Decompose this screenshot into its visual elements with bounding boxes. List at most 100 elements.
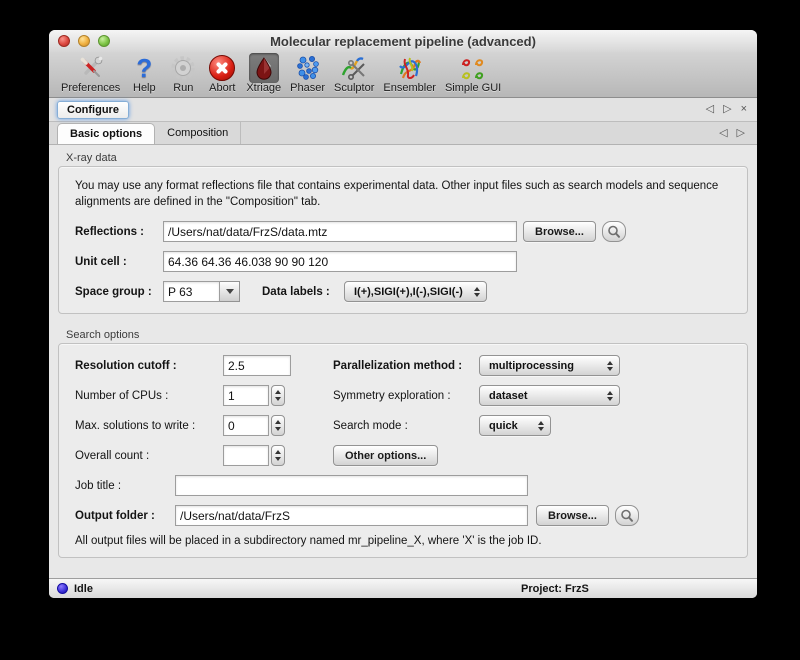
toolbar-label: Simple GUI (445, 82, 501, 94)
output-note: All output files will be placed in a sub… (75, 535, 731, 547)
scissors-icon (339, 53, 369, 83)
tab-basic-options[interactable]: Basic options (57, 123, 155, 144)
window-title: Molecular replacement pipeline (advanced… (49, 34, 757, 49)
space-group-label: Space group : (75, 286, 163, 298)
data-labels-label: Data labels : (262, 286, 344, 298)
unit-cell-row: Unit cell : (75, 251, 731, 272)
unit-cell-label: Unit cell : (75, 256, 163, 268)
popup-arrows-icon (607, 361, 613, 371)
toolbar-label: Abort (209, 82, 235, 94)
max-solutions-row: Max. solutions to write : Search mode : … (75, 415, 731, 436)
unit-cell-input[interactable] (163, 251, 517, 272)
question-mark-icon: ? (129, 53, 159, 83)
tools-icon (76, 53, 106, 83)
toolbar-label: Help (133, 82, 156, 94)
droplet-icon (249, 53, 279, 83)
number-of-cpus-input[interactable] (223, 385, 269, 406)
cpus-stepper[interactable] (271, 385, 285, 406)
parallelization-method-label: Parallelization method : (333, 360, 479, 372)
space-group-combobox[interactable] (163, 281, 240, 302)
toolbar-item-sculptor[interactable]: Sculptor (334, 53, 374, 94)
xray-group: You may use any format reflections file … (58, 166, 748, 314)
molecule-icon (293, 53, 323, 83)
space-group-input[interactable] (163, 281, 220, 302)
max-solutions-input[interactable] (223, 415, 269, 436)
toolbar-item-abort[interactable]: Abort (207, 53, 237, 94)
symmetry-exploration-value: dataset (489, 390, 599, 402)
reflections-input[interactable] (163, 221, 517, 242)
resolution-cutoff-label: Resolution cutoff : (75, 360, 223, 372)
tab-nav-left-icon[interactable]: ◁ (719, 128, 727, 139)
toolbar-item-preferences[interactable]: Preferences (61, 53, 120, 94)
status-indicator-icon (57, 583, 68, 594)
symmetry-exploration-popup[interactable]: dataset (479, 385, 620, 406)
toolbar-item-xtriage[interactable]: Xtriage (246, 53, 281, 94)
data-labels-popup[interactable]: I(+),SIGI(+),I(-),SIGI(-) (344, 281, 487, 302)
tab-strip: Basic options Composition ◁ ▷ (49, 122, 757, 145)
reflections-search-icon[interactable] (602, 221, 626, 242)
app-window: Molecular replacement pipeline (advanced… (49, 30, 757, 598)
tab-configure[interactable]: Configure (57, 101, 129, 119)
search-group-title: Search options (66, 329, 748, 341)
reflections-label: Reflections : (75, 226, 163, 238)
title-bar: Molecular replacement pipeline (advanced… (49, 30, 757, 52)
output-browse-button[interactable]: Browse... (536, 505, 609, 526)
other-options-button[interactable]: Other options... (333, 445, 438, 466)
toolbar-label: Ensembler (383, 82, 436, 94)
toolbar-item-run[interactable]: Run (168, 53, 198, 94)
search-options-group: Resolution cutoff : Parallelization meth… (58, 343, 748, 558)
ribbon-grid-icon (458, 53, 488, 83)
gear-icon (168, 53, 198, 83)
toolbar-item-ensembler[interactable]: Ensembler (383, 53, 436, 94)
max-solutions-label: Max. solutions to write : (75, 420, 223, 432)
job-title-label: Job title : (75, 480, 175, 492)
toolbar-label: Sculptor (334, 82, 374, 94)
reflections-browse-button[interactable]: Browse... (523, 221, 596, 242)
data-labels-value: I(+),SIGI(+),I(-),SIGI(-) (354, 286, 466, 298)
overall-count-stepper[interactable] (271, 445, 285, 466)
nav-right-icon[interactable]: ▷ (723, 104, 731, 115)
max-solutions-stepper[interactable] (271, 415, 285, 436)
toolbar-label: Preferences (61, 82, 120, 94)
toolbar-label: Run (173, 82, 193, 94)
toolbar-label: Phaser (290, 82, 325, 94)
xray-group-title: X-ray data (66, 152, 748, 164)
output-folder-row: Output folder : Browse... (75, 505, 731, 526)
space-group-row: Space group : Data labels : I(+),SIGI(+)… (75, 281, 731, 302)
output-folder-label: Output folder : (75, 510, 175, 522)
number-of-cpus-label: Number of CPUs : (75, 390, 223, 402)
toolbar-item-help[interactable]: ? Help (129, 53, 159, 94)
popup-arrows-icon (474, 287, 480, 297)
reflections-row: Reflections : Browse... (75, 221, 731, 242)
nav-left-icon[interactable]: ◁ (706, 104, 714, 115)
search-mode-label: Search mode : (333, 420, 479, 432)
parallelization-method-popup[interactable]: multiprocessing (479, 355, 620, 376)
search-mode-popup[interactable]: quick (479, 415, 551, 436)
space-group-dropdown-icon[interactable] (220, 281, 240, 302)
toolbar: Preferences ? Help Run Abort (49, 52, 757, 98)
symmetry-exploration-label: Symmetry exploration : (333, 390, 479, 402)
overall-count-input[interactable] (223, 445, 269, 466)
status-bar: Idle Project: FrzS (49, 578, 757, 598)
parallelization-method-value: multiprocessing (489, 360, 599, 372)
search-mode-value: quick (489, 420, 530, 432)
job-title-input[interactable] (175, 475, 528, 496)
status-text: Idle (74, 583, 93, 595)
main-panel: X-ray data You may use any format reflec… (49, 145, 757, 558)
popup-arrows-icon (607, 391, 613, 401)
tab-composition[interactable]: Composition (155, 122, 241, 144)
document-tab-row: Configure ◁ ▷ × (49, 98, 757, 122)
tab-nav-right-icon[interactable]: ▷ (737, 128, 745, 139)
abort-x-icon (207, 53, 237, 83)
close-tab-icon[interactable]: × (741, 104, 747, 115)
resolution-row: Resolution cutoff : Parallelization meth… (75, 355, 731, 376)
toolbar-item-simple-gui[interactable]: Simple GUI (445, 53, 501, 94)
overall-count-label: Overall count : (75, 450, 223, 462)
resolution-cutoff-input[interactable] (223, 355, 291, 376)
output-search-icon[interactable] (615, 505, 639, 526)
toolbar-item-phaser[interactable]: Phaser (290, 53, 325, 94)
protein-bundle-icon (395, 53, 425, 83)
toolbar-label: Xtriage (246, 82, 281, 94)
output-folder-input[interactable] (175, 505, 528, 526)
xray-description: You may use any format reflections file … (75, 178, 723, 210)
